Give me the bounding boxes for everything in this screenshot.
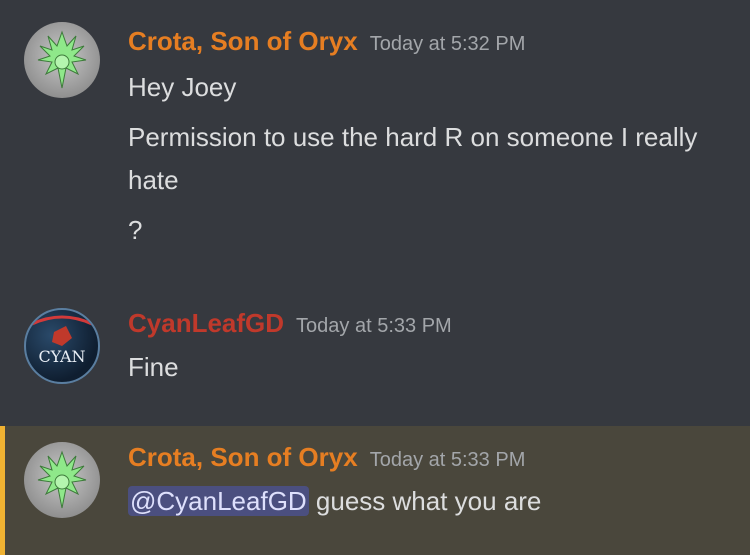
timestamp: Today at 5:33 PM [369, 449, 526, 471]
green-spiky-character-icon [37, 450, 87, 509]
message-text: Hey Joey [128, 72, 237, 102]
message-header: Crota, Son of Oryx Today at 5:33 PM [128, 442, 525, 473]
message-group: CYAN CyanLeafGD Today at 5:33 PM Fine [0, 290, 750, 400]
message-text: ? [128, 215, 143, 245]
message-text: Fine [128, 352, 179, 382]
avatar[interactable]: CYAN [24, 308, 100, 384]
message-group: Crota, Son of Oryx Today at 5:32 PM Hey J… [0, 0, 750, 270]
timestamp: Today at 5:33 PM [296, 315, 452, 337]
message-group-mentioned: Crota, Son of Oryx Today at 5:33 PM @Cyan… [0, 426, 750, 555]
username[interactable]: Crota, Son of Oryx [128, 442, 358, 472]
green-spiky-character-icon [37, 30, 87, 89]
avatar[interactable] [24, 442, 100, 518]
avatar[interactable] [24, 22, 100, 98]
message-text: Permission to use the hard R on someone … [128, 122, 698, 195]
message-header: CyanLeafGD Today at 5:33 PM [128, 308, 452, 339]
user-mention[interactable]: @CyanLeafGD [128, 486, 309, 516]
cyan-logo-icon: CYAN [31, 315, 93, 366]
username[interactable]: Crota, Son of Oryx [128, 26, 358, 56]
message-text-content: guess what you are [308, 486, 542, 516]
svg-text:CYAN: CYAN [38, 347, 85, 366]
username[interactable]: CyanLeafGD [128, 308, 284, 338]
message-text: @CyanLeafGD guess what you are [128, 480, 728, 523]
timestamp: Today at 5:32 PM [369, 33, 526, 55]
message-header: Crota, Son of Oryx Today at 5:32 PM [128, 26, 525, 57]
